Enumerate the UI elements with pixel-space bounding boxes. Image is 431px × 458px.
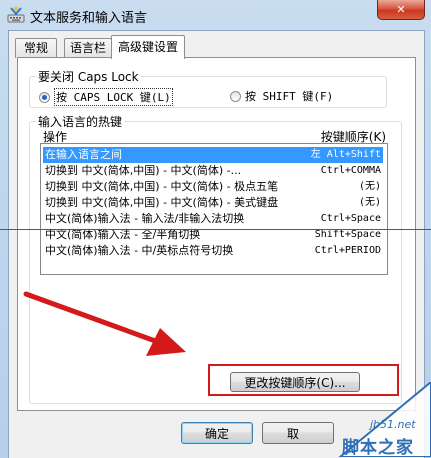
row-keys: (无) bbox=[358, 181, 381, 192]
shift-option-label: 按 SHIFT 键(F) bbox=[245, 90, 334, 103]
caps-lock-group-title: 要关闭 Caps Lock bbox=[36, 68, 141, 85]
tab-advanced-key-settings[interactable]: 高级键设置 bbox=[111, 35, 185, 59]
radio-unchecked-icon[interactable] bbox=[230, 90, 241, 102]
window-title: 文本服务和输入语言 bbox=[30, 11, 148, 26]
radio-checked-icon[interactable] bbox=[39, 91, 50, 103]
tab-label: 常规 bbox=[23, 41, 48, 55]
title-bar[interactable]: 文本服务和输入语言 ✕ bbox=[0, 0, 431, 32]
row-action: 中文(简体)输入法 - 中/英标点符号切换 bbox=[45, 244, 234, 257]
list-item[interactable]: 在输入语言之间 左 Alt+Shift bbox=[43, 147, 383, 163]
row-keys: Ctrl+Space bbox=[320, 213, 381, 224]
button-label: 确定 bbox=[204, 426, 229, 441]
close-button[interactable]: ✕ bbox=[377, 0, 425, 20]
button-label: 取 bbox=[287, 426, 300, 441]
hotkeys-list[interactable]: 在输入语言之间 左 Alt+Shift 切换到 中文(简体,中国) - 中文(简… bbox=[40, 143, 388, 275]
annotation-arrow-icon bbox=[23, 291, 186, 356]
row-keys: Ctrl+COMMA bbox=[320, 165, 381, 176]
list-item[interactable]: 切换到 中文(简体,中国) - 中文(简体) -... Ctrl+COMMA bbox=[43, 163, 383, 179]
row-action: 中文(简体)输入法 - 输入法/非输入法切换 bbox=[45, 212, 245, 225]
app-keyboard-icon bbox=[7, 6, 25, 24]
ok-button[interactable]: 确定 bbox=[181, 422, 253, 444]
annotation-line bbox=[0, 229, 431, 230]
tab-label: 语言栏 bbox=[69, 41, 106, 55]
watermark-site: jb51.net bbox=[370, 418, 416, 431]
list-item[interactable]: 切换到 中文(简体,中国) - 中文(简体) - 美式键盘 (无) bbox=[43, 195, 383, 211]
list-item[interactable]: 中文(简体)输入法 - 输入法/非输入法切换 Ctrl+Space bbox=[43, 211, 383, 227]
caps-lock-option[interactable]: 按 CAPS LOCK 键(L) bbox=[39, 88, 173, 106]
row-action: 切换到 中文(简体,中国) - 中文(简体) -... bbox=[45, 164, 242, 177]
tab-label: 高级键设置 bbox=[117, 40, 178, 54]
tab-general[interactable]: 常规 bbox=[15, 38, 57, 58]
list-item[interactable]: 切换到 中文(简体,中国) - 中文(简体) - 极点五笔 (无) bbox=[43, 179, 383, 195]
row-action: 切换到 中文(简体,中国) - 中文(简体) - 极点五笔 bbox=[45, 180, 279, 193]
row-keys: (无) bbox=[358, 197, 381, 208]
caps-lock-option-label: 按 CAPS LOCK 键(L) bbox=[54, 88, 173, 106]
row-action: 切换到 中文(简体,中国) - 中文(简体) - 美式键盘 bbox=[45, 196, 279, 209]
list-item[interactable]: 中文(简体)输入法 - 中/英标点符号切换 Ctrl+PERIOD bbox=[43, 243, 383, 259]
close-icon: ✕ bbox=[396, 3, 406, 16]
row-action: 在输入语言之间 bbox=[45, 148, 122, 161]
tab-language-bar[interactable]: 语言栏 bbox=[64, 38, 112, 58]
row-keys: 左 Alt+Shift bbox=[310, 149, 381, 160]
hotkeys-list-header: 操作 按键顺序(K) bbox=[43, 128, 386, 144]
shift-option[interactable]: 按 SHIFT 键(F) bbox=[230, 88, 333, 104]
row-keys: Ctrl+PERIOD bbox=[314, 245, 381, 256]
watermark-name: 脚本之家 bbox=[342, 438, 414, 458]
